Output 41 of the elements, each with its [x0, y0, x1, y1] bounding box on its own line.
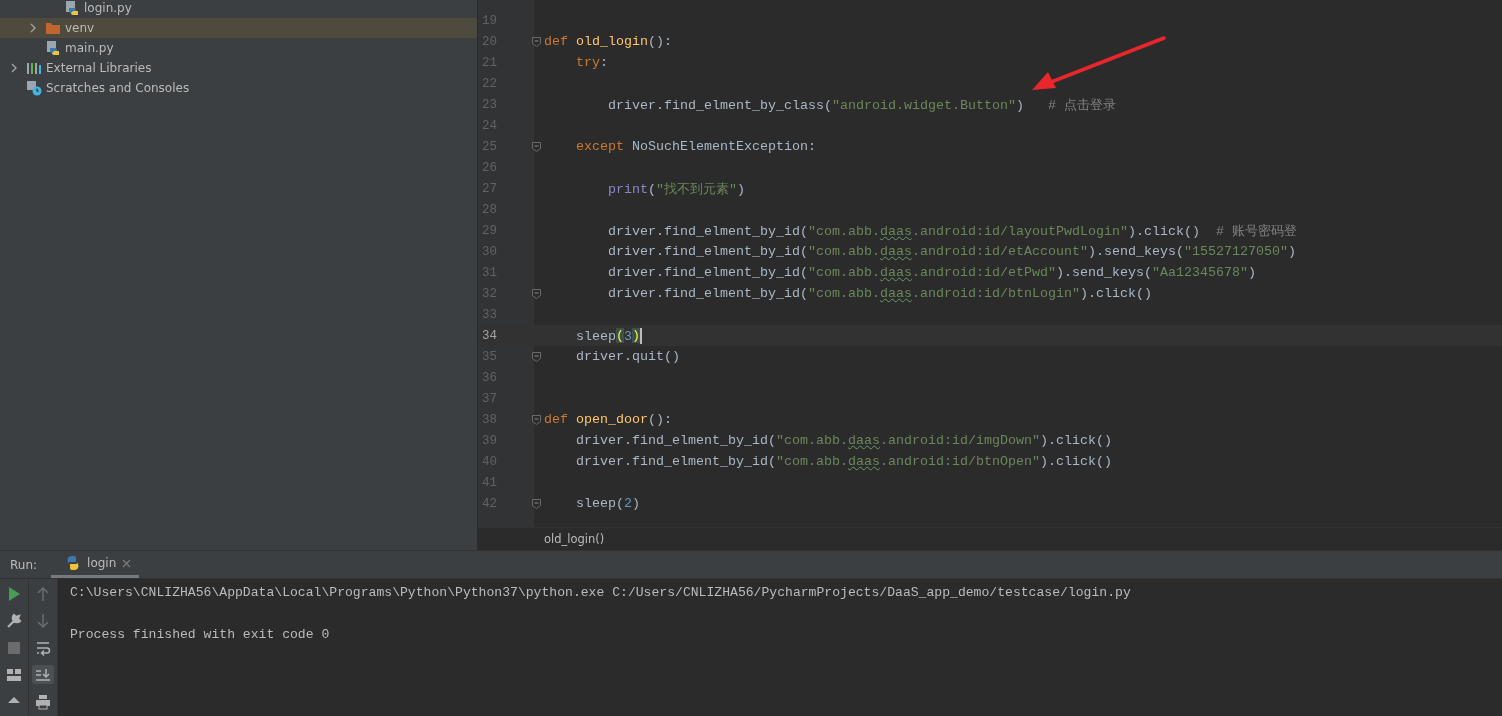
chevron-right-icon[interactable]: [10, 63, 18, 73]
folder-icon: [45, 21, 61, 35]
code-line: try:: [576, 55, 608, 70]
code-editor[interactable]: [478, 0, 1502, 527]
code-line: def old_login():: [544, 34, 672, 49]
line-number: 34: [481, 328, 498, 343]
code-line: driver.find_elment_by_id("com.abb.daas.android:id/btnOpen").click(): [576, 454, 1112, 469]
code-line: driver.quit(): [576, 349, 680, 364]
fold-marker-icon[interactable]: [531, 288, 541, 299]
code-line: def open_door():: [544, 412, 672, 427]
fold-marker-icon[interactable]: [531, 141, 541, 152]
code-line: except NoSuchElementException:: [576, 139, 816, 154]
console-result: Process finished with exit code 0: [70, 626, 331, 644]
tree-item[interactable]: login.py: [0, 0, 477, 18]
fold-marker-icon[interactable]: [531, 351, 541, 362]
tree-item[interactable]: External Libraries: [0, 58, 477, 78]
chevron-right-icon[interactable]: [29, 23, 37, 33]
tree-item[interactable]: venv: [0, 18, 477, 38]
scratch-clock-icon: [26, 80, 42, 96]
tree-item[interactable]: main.py: [0, 38, 477, 58]
scroll-to-end-icon[interactable]: [32, 665, 54, 684]
code-line: sleep(2): [576, 496, 640, 511]
code-line: driver.find_elment_by_id("com.abb.daas.android:id/imgDown").click(): [576, 433, 1112, 448]
code-line: print("找不到元素"): [608, 180, 745, 198]
close-icon[interactable]: [122, 558, 132, 568]
code-line: driver.find_elment_by_id("com.abb.daas.android:id/layoutPwdLogin").click() # 账号密码登: [608, 222, 1297, 240]
fold-marker-icon[interactable]: [531, 498, 541, 509]
tree-item[interactable]: Scratches and Consoles: [0, 78, 477, 98]
fold-marker-icon[interactable]: [531, 36, 541, 47]
fold-marker-icon[interactable]: [531, 414, 541, 425]
code-line: driver.find_elment_by_id("com.abb.daas.android:id/etPwd").send_keys("Aa12345678"): [608, 265, 1256, 280]
python-file-icon: [45, 40, 61, 56]
code-line: driver.find_elment_by_id("com.abb.daas.android:id/btnLogin").click(): [608, 286, 1152, 301]
breadcrumb-item[interactable]: old_login(): [544, 532, 605, 546]
library-bars-icon: [26, 61, 42, 75]
code-line: driver.find_elment_by_class("android.widget.Button") # 点击登录: [608, 96, 1116, 114]
code-line: driver.find_elment_by_id("com.abb.daas.android:id/etAccount").send_keys("15527127050"): [608, 244, 1296, 259]
console-command: C:\Users\CNLIZHA56\AppData\Local\Programs\Python\Python37\python.exe C:/Users/CNLIZHA56/PycharmProjects/DaaS_app_demo/testcase/login.py: [70, 584, 1131, 602]
python-file-icon: [64, 0, 80, 16]
run-label: Run:: [9, 556, 39, 574]
code-line: sleep(3): [576, 327, 642, 344]
